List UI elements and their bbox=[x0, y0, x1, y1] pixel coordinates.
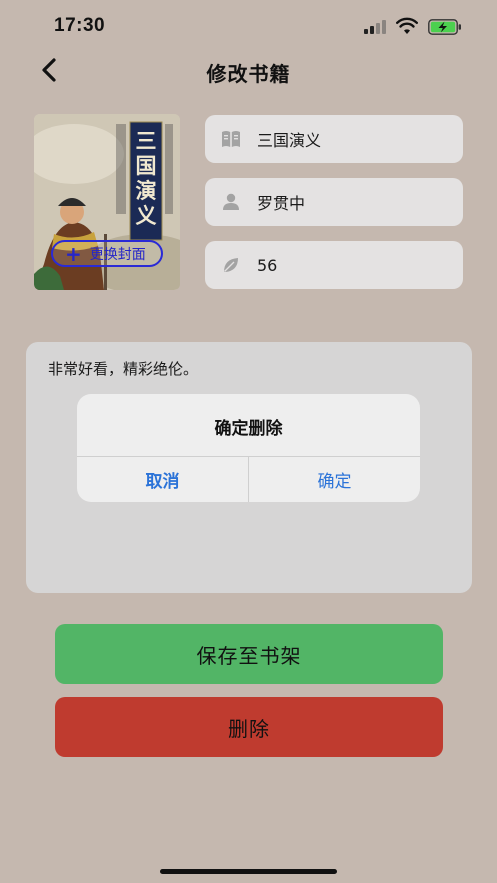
nav-bar: 修改书籍 bbox=[0, 48, 497, 92]
title-field[interactable]: 三国演义 bbox=[205, 115, 463, 163]
cancel-button[interactable]: 取消 bbox=[77, 457, 248, 502]
rating-field[interactable]: 56 bbox=[205, 241, 463, 289]
status-time: 17:30 bbox=[54, 15, 106, 36]
author-field[interactable]: 罗贯中 bbox=[205, 178, 463, 226]
status-bar: 17:30 bbox=[0, 0, 497, 54]
rating-value: 56 bbox=[257, 255, 278, 275]
confirm-button[interactable]: 确定 bbox=[249, 457, 420, 502]
dialog-title: 确定删除 bbox=[214, 419, 283, 439]
plus-icon: + bbox=[65, 241, 82, 266]
change-cover-button[interactable]: + 更换封面 bbox=[51, 240, 163, 267]
notes-text: 非常好看，精彩绝伦。 bbox=[48, 360, 199, 378]
book-icon bbox=[221, 129, 241, 149]
delete-confirm-dialog: 确定删除 取消 确定 bbox=[77, 394, 420, 502]
battery-charging-icon bbox=[428, 19, 461, 35]
cellular-signal-icon bbox=[364, 20, 388, 34]
author-value: 罗贯中 bbox=[257, 194, 306, 213]
save-to-shelf-button[interactable]: 保存至书架 bbox=[55, 624, 443, 684]
leaf-icon bbox=[221, 255, 241, 275]
cover-book-title: 三国演义 bbox=[135, 128, 157, 228]
change-cover-label: 更换封面 bbox=[89, 246, 146, 263]
wifi-icon bbox=[396, 17, 418, 34]
book-cover-image[interactable]: 三国演义 + 更换封面 bbox=[34, 114, 180, 290]
title-value: 三国演义 bbox=[257, 131, 322, 150]
page-title: 修改书籍 bbox=[206, 62, 291, 86]
home-indicator[interactable] bbox=[160, 869, 337, 874]
delete-button[interactable]: 删除 bbox=[55, 697, 443, 757]
person-icon bbox=[221, 192, 241, 212]
